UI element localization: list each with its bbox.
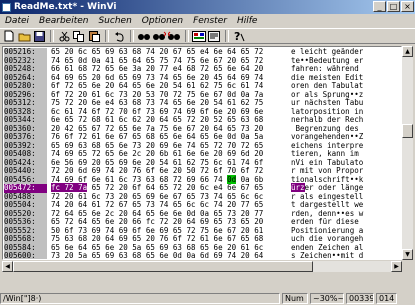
toolbar-separator xyxy=(185,30,189,42)
status-path: /Win["]8·) xyxy=(0,293,280,304)
hex-editor[interactable]: 005216: 65 20 6c 65 69 63 68 74 20 67 65 … xyxy=(2,46,402,260)
hex-bytes[interactable]: 73 20 5a 65 69 63 68 65 6e 0d 0a 6d 69 7… xyxy=(51,251,263,259)
status-percent: ~30%~ xyxy=(310,293,344,304)
help-button[interactable]: ? xyxy=(232,30,246,43)
copy-icon xyxy=(73,30,84,42)
binoculars-icon xyxy=(137,34,150,40)
hex-mode-icon xyxy=(192,30,206,42)
hex-address: 005600: xyxy=(4,251,47,259)
selected-bytes[interactable]: fc 72 7a xyxy=(51,183,88,192)
open-file-button[interactable] xyxy=(17,30,31,43)
toolbar: ? xyxy=(0,28,415,44)
toolbar-separator xyxy=(130,30,134,42)
scroll-left-button[interactable]: ◀ xyxy=(2,261,13,272)
find-next-button[interactable] xyxy=(152,30,166,43)
copy-button[interactable] xyxy=(72,30,86,43)
app-icon xyxy=(2,2,11,12)
scroll-down-button[interactable]: ▼ xyxy=(402,249,413,260)
svg-text:?: ? xyxy=(234,30,240,42)
menu-optionen[interactable]: Optionen xyxy=(137,16,188,26)
new-file-icon xyxy=(4,30,14,42)
scroll-up-button[interactable]: ▲ xyxy=(402,46,413,57)
menu-suchen[interactable]: Suchen xyxy=(93,16,136,26)
toolbar-separator xyxy=(225,30,229,42)
status-bar: /Win["]8·) Num ~30%~ 00339 014 xyxy=(0,292,415,305)
help-icon: ? xyxy=(234,30,245,42)
horizontal-scrollbar[interactable]: ◀ ▶ xyxy=(2,261,402,272)
status-column: 014 xyxy=(376,293,397,304)
cut-button[interactable] xyxy=(57,30,71,43)
title-bar: ReadMe.txt* - WinVi _ □ × xyxy=(0,0,415,14)
folder-icon xyxy=(18,33,30,41)
menu-hilfe[interactable]: Hilfe xyxy=(232,16,262,26)
binoculars-prev-icon xyxy=(167,31,180,40)
paste-icon xyxy=(88,31,100,42)
menu-fenster[interactable]: Fenster xyxy=(188,16,232,26)
tag-icon xyxy=(208,30,220,42)
undo-icon xyxy=(114,31,124,42)
save-icon xyxy=(33,30,45,42)
vertical-scroll-thumb[interactable] xyxy=(402,124,413,138)
new-file-button[interactable] xyxy=(2,30,16,43)
status-offset: 00339 xyxy=(346,293,374,304)
scroll-right-button[interactable]: ▶ xyxy=(391,261,402,272)
maximize-button[interactable]: □ xyxy=(387,1,400,12)
undo-button[interactable] xyxy=(112,30,126,43)
toolbar-separator xyxy=(50,30,54,42)
tag-button[interactable] xyxy=(207,30,221,43)
minimize-button[interactable]: _ xyxy=(373,1,386,12)
window-title: ReadMe.txt* - WinVi xyxy=(14,2,117,12)
horizontal-scroll-thumb[interactable] xyxy=(13,261,313,272)
find-button[interactable] xyxy=(137,30,151,43)
find-prev-button[interactable] xyxy=(167,30,181,43)
status-num-mode: Num xyxy=(282,293,308,304)
hex-mode-button[interactable] xyxy=(192,30,206,43)
paste-button[interactable] xyxy=(87,30,101,43)
hex-ascii[interactable]: s Zeichen••mit d xyxy=(291,251,363,259)
menu-datei[interactable]: Datei xyxy=(0,16,34,26)
command-line[interactable] xyxy=(0,273,415,291)
save-button[interactable] xyxy=(32,30,46,43)
scissors-icon xyxy=(59,31,69,41)
close-button[interactable]: × xyxy=(401,1,414,12)
selected-ascii[interactable]: ürz xyxy=(291,183,305,192)
vertical-scrollbar[interactable]: ▲ ▼ xyxy=(402,46,413,260)
menu-bearbeiten[interactable]: Bearbeiten xyxy=(34,16,93,26)
binoculars-next-icon xyxy=(152,31,166,40)
window-controls: _ □ × xyxy=(373,1,414,12)
menu-bar: Datei Bearbeiten Suchen Optionen Fenster… xyxy=(0,14,415,27)
hex-row[interactable]: 005600: 73 20 5a 65 69 63 68 65 6e 0d 0a … xyxy=(4,251,400,259)
toolbar-separator xyxy=(105,30,109,42)
